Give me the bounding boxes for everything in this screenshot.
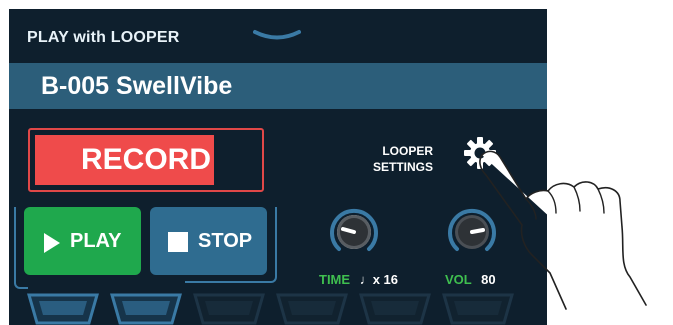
play-button[interactable]: PLAY (24, 207, 141, 275)
footswitch-5[interactable] (359, 293, 431, 325)
looper-settings-line1: LOOPER (382, 144, 434, 158)
stop-button[interactable]: STOP (150, 207, 267, 275)
chevron-down-icon[interactable] (253, 29, 301, 43)
quarter-note-icon: ♩ (359, 272, 373, 287)
pointing-hand-icon (479, 150, 647, 310)
patch-name-bar[interactable]: B-005 SwellVibe (9, 63, 547, 109)
vol-knob-name: VOL (445, 272, 472, 287)
time-knob-value: ♩x 16 (360, 272, 398, 287)
footswitch-4[interactable] (276, 293, 348, 325)
screen-title: PLAY with LOOPER (27, 29, 180, 46)
time-knob-label: TIME ♩x 16 (319, 272, 398, 287)
record-label: RECORD (80, 143, 211, 176)
title-bar: PLAY with LOOPER (9, 9, 547, 61)
footswitch-1[interactable] (27, 293, 99, 325)
looper-settings-line2: SETTINGS (373, 160, 434, 174)
record-button[interactable]: RECORD (28, 128, 264, 192)
looper-screen: PLAY with LOOPER B-005 SwellVibe RECORD … (9, 9, 547, 325)
footswitch-3[interactable] (193, 293, 265, 325)
looper-settings-label[interactable]: LOOPER SETTINGS (373, 143, 433, 175)
patch-name: B-005 SwellVibe (41, 72, 233, 100)
time-knob[interactable] (327, 205, 381, 259)
stop-icon (168, 232, 188, 252)
footswitch-2[interactable] (110, 293, 182, 325)
time-knob-name: TIME (319, 272, 351, 287)
time-knob-multiplier: x 16 (372, 272, 398, 287)
play-icon (44, 233, 60, 253)
stop-label: STOP (198, 230, 253, 252)
play-label: PLAY (70, 230, 122, 252)
